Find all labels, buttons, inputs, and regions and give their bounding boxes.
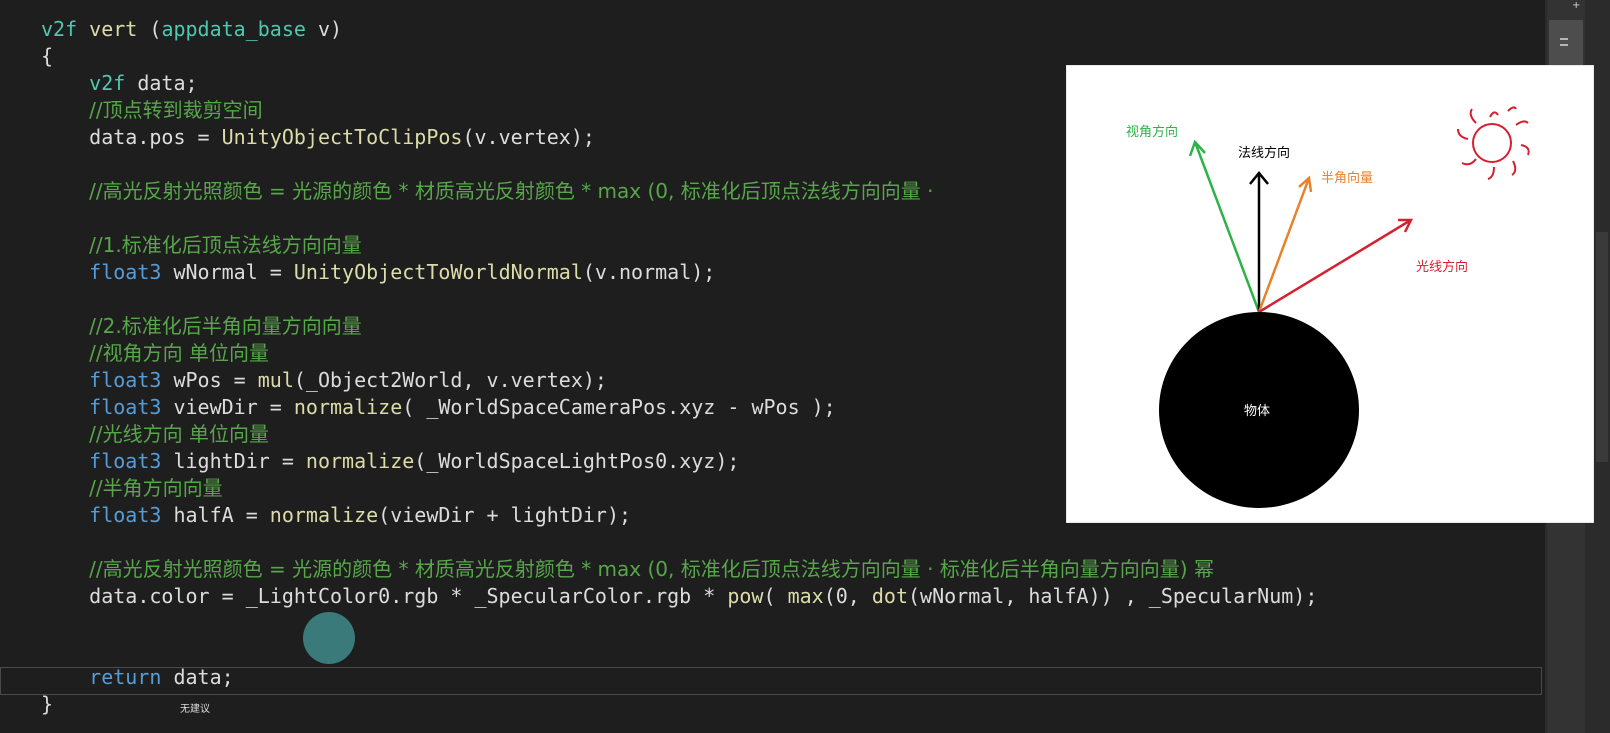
code-token: max (787, 584, 824, 608)
scrollbar-marker (1560, 44, 1568, 46)
expand-icon[interactable]: + (1572, 0, 1580, 11)
code-token: //顶点转到裁剪空间 (89, 98, 263, 122)
code-token: wPos = (161, 368, 258, 392)
code-token: (_Object2World, v.vertex); (293, 368, 607, 392)
code-token: v) (305, 17, 343, 41)
half-vector-label: 半角向量 (1321, 170, 1373, 186)
code-line[interactable]: float3 halfA = normalize(viewDir + light… (41, 502, 631, 529)
code-line[interactable]: } (41, 691, 53, 718)
code-token: //高光反射光照颜色 = 光源的颜色 * 材质高光反射颜色 * max (0, … (89, 557, 1214, 581)
code-token: UnityObjectToClipPos (221, 125, 463, 149)
code-token: viewDir = (161, 395, 294, 419)
code-token: v2f (41, 17, 78, 41)
code-token: float3 (89, 395, 162, 419)
code-line[interactable]: data.color = _LightColor0.rgb * _Specula… (41, 583, 1317, 610)
code-token: //光线方向 单位向量 (89, 422, 270, 446)
scrollbar-thumb[interactable] (1549, 20, 1583, 65)
code-token: data.color = _LightColor0.rgb * _Specula… (41, 584, 728, 608)
code-line[interactable]: //高光反射光照颜色 = 光源的颜色 * 材质高光反射颜色 * max (0, … (41, 556, 1214, 583)
code-line[interactable]: v2f vert (appdata_base v) (41, 16, 342, 43)
code-token: data; (125, 71, 198, 95)
code-token: normalize (293, 395, 403, 419)
code-token: appdata_base (161, 17, 306, 41)
code-token: vert (89, 17, 138, 41)
code-token: mul (257, 368, 294, 392)
code-token: ( (763, 584, 788, 608)
code-token: return (89, 665, 162, 689)
overview-ruler (1596, 232, 1608, 462)
code-token: data.pos = (41, 125, 222, 149)
code-token: lightDir = (161, 449, 306, 473)
code-token: (wNormal, halfA)) , _SpecularNum); (907, 584, 1318, 608)
no-suggestions-hint: 无建议 (180, 704, 210, 715)
object-label: 物体 (1244, 404, 1270, 419)
code-token: v2f (89, 71, 126, 95)
code-line[interactable]: //光线方向 单位向量 (41, 421, 269, 448)
code-token: halfA = (161, 503, 270, 527)
code-line[interactable]: //半角方向向量 (41, 475, 223, 502)
code-token: normalize (269, 503, 379, 527)
code-token: //2.标准化后半角向量方向向量 (89, 314, 362, 338)
code-line[interactable]: float3 wNormal = UnityObjectToWorldNorma… (41, 259, 715, 286)
specular-diagram: 视角方向 法线方向 半角向量 光线方向 物体 (1066, 65, 1594, 523)
view-direction-label: 视角方向 (1126, 124, 1178, 140)
normal-direction-label: 法线方向 (1238, 145, 1290, 161)
code-token: //视角方向 单位向量 (89, 341, 270, 365)
code-line[interactable]: //视角方向 单位向量 (41, 340, 269, 367)
code-token: UnityObjectToWorldNormal (293, 260, 583, 284)
code-token: pow (727, 584, 764, 608)
code-token: (v.vertex); (462, 125, 595, 149)
code-line[interactable]: data.pos = UnityObjectToClipPos(v.vertex… (41, 124, 595, 151)
code-line[interactable]: float3 wPos = mul(_Object2World, v.verte… (41, 367, 607, 394)
code-token: ( _WorldSpaceCameraPos.xyz - wPos ); (402, 395, 836, 419)
code-line[interactable]: //2.标准化后半角向量方向向量 (41, 313, 362, 340)
code-token: float3 (89, 260, 162, 284)
code-token: (v.normal); (582, 260, 716, 284)
scrollbar-marker (1560, 38, 1568, 40)
code-line[interactable]: float3 viewDir = normalize( _WorldSpaceC… (41, 394, 836, 421)
code-token: float3 (89, 368, 162, 392)
code-token: (_WorldSpaceLightPos0.xyz); (414, 449, 740, 473)
code-line[interactable]: v2f data; (41, 70, 198, 97)
code-line[interactable]: //高光反射光照颜色 = 光源的颜色 * 材质高光反射颜色 * max (0, … (41, 178, 933, 205)
code-line[interactable]: { (41, 43, 53, 70)
code-token: normalize (305, 449, 415, 473)
code-token: dot (871, 584, 908, 608)
code-line[interactable]: //顶点转到裁剪空间 (41, 97, 263, 124)
code-token: float3 (89, 503, 162, 527)
mouse-cursor-indicator (303, 612, 355, 664)
code-token: ( (137, 17, 162, 41)
code-token: //半角方向向量 (89, 476, 223, 500)
code-token: //高光反射光照颜色 = 光源的颜色 * 材质高光反射颜色 * max (0, … (89, 179, 934, 203)
code-line[interactable]: //1.标准化后顶点法线方向向量 (41, 232, 362, 259)
code-line[interactable]: float3 lightDir = normalize(_WorldSpaceL… (41, 448, 739, 475)
code-token: float3 (89, 449, 162, 473)
code-token: wNormal = (161, 260, 294, 284)
code-token: //1.标准化后顶点法线方向向量 (89, 233, 362, 257)
code-token: data; (161, 665, 234, 689)
code-token: (0, (823, 584, 872, 608)
code-token: { (41, 44, 54, 68)
code-token: } (41, 692, 54, 716)
code-token: (viewDir + lightDir); (378, 503, 632, 527)
code-line[interactable]: return data; (41, 664, 234, 691)
light-direction-label: 光线方向 (1416, 259, 1468, 275)
